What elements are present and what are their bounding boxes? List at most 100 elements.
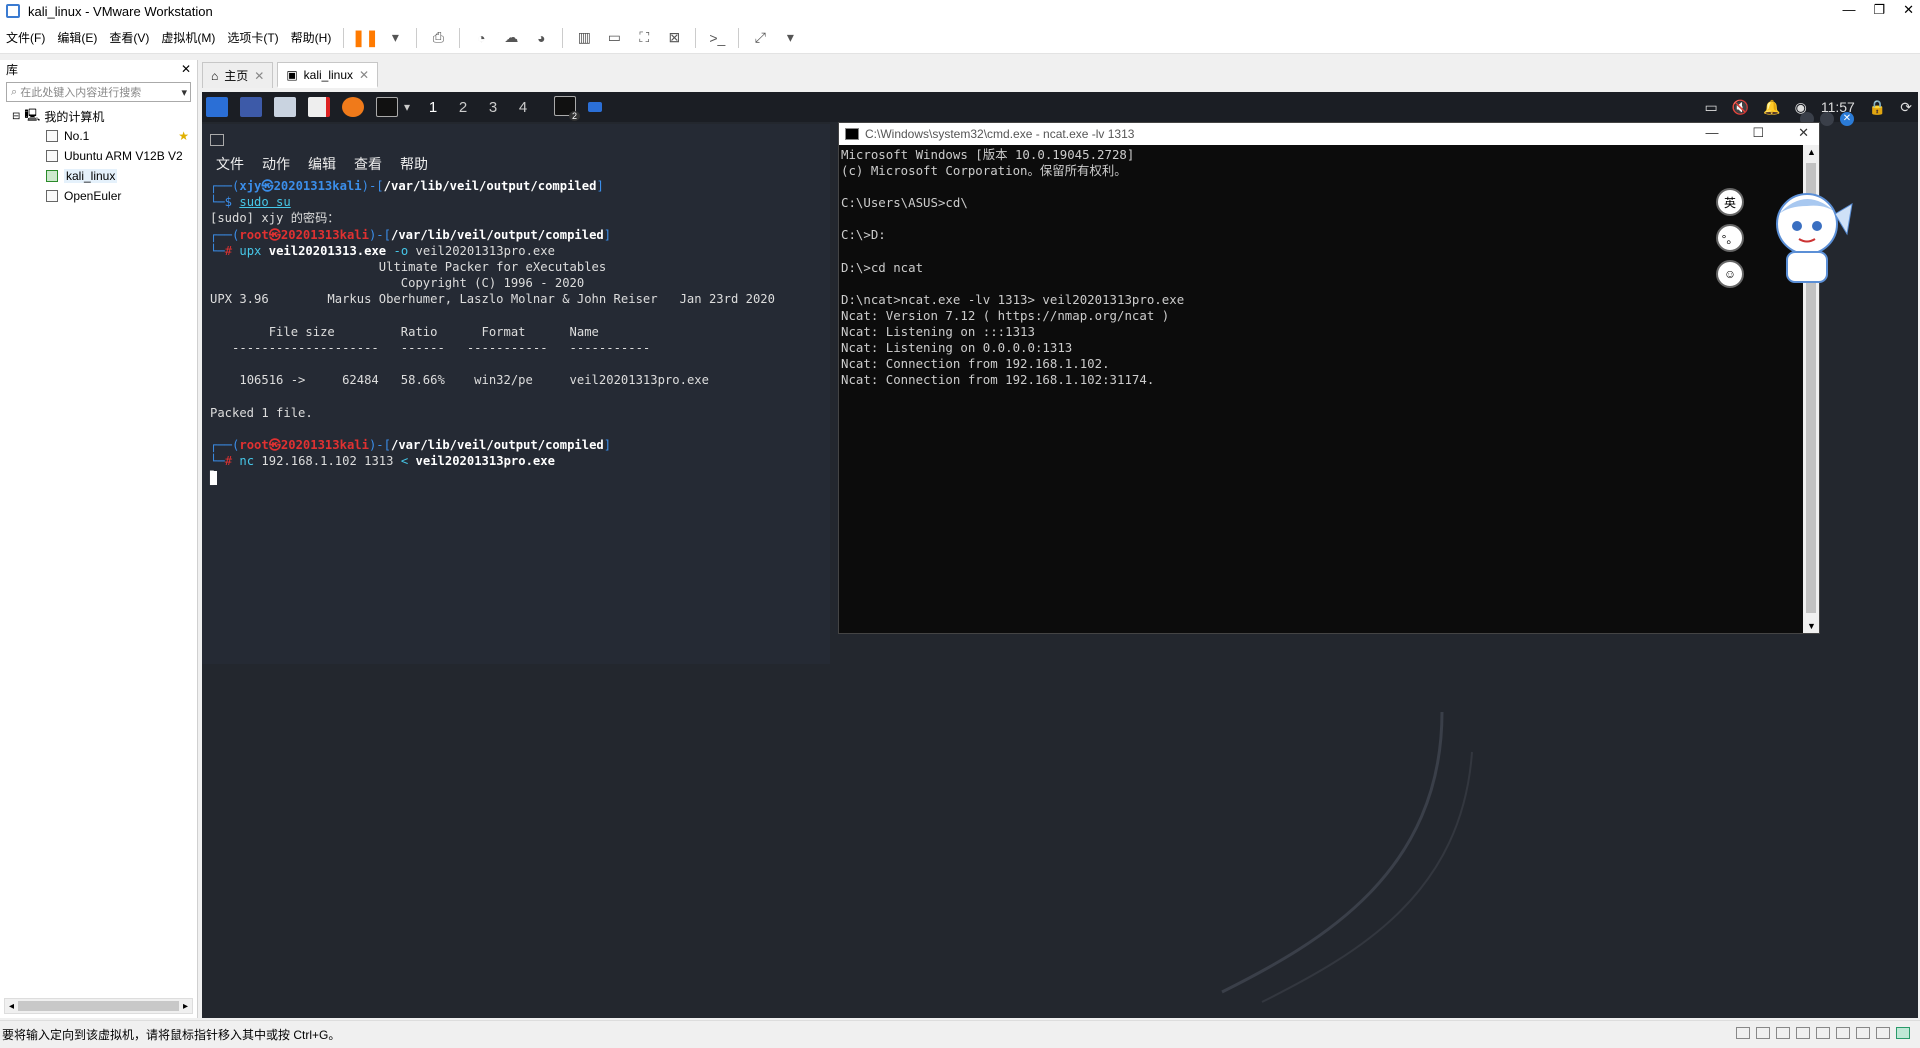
console-view-icon[interactable]: >_ bbox=[706, 27, 728, 49]
stretch-guest-icon[interactable]: ⤢ bbox=[749, 27, 771, 49]
hard-disk-icon[interactable] bbox=[1736, 1027, 1750, 1039]
scroll-thumb[interactable] bbox=[18, 1001, 179, 1011]
kali-top-panel: ▾ 1 2 3 4 2 ▭ 🔇 🔔 ◉ 11:57 🔒 ⟳ bbox=[202, 92, 1918, 122]
workspace-1[interactable]: 1 bbox=[418, 99, 448, 116]
firefox-icon[interactable] bbox=[342, 97, 364, 117]
menu-file[interactable]: 文件(F) bbox=[0, 29, 51, 46]
close-tab-icon[interactable]: ✕ bbox=[254, 69, 264, 83]
file-manager-icon[interactable] bbox=[274, 97, 296, 117]
terminal-menu-file[interactable]: 文件 bbox=[216, 154, 244, 174]
close-tab-icon[interactable]: ✕ bbox=[359, 68, 369, 82]
kali-terminal-window[interactable]: 文件 动作 编辑 查看 帮助 ┌──(xjy㉿20201313kali)-[/v… bbox=[202, 124, 830, 664]
menu-vm[interactable]: 虚拟机(M) bbox=[155, 29, 221, 46]
show-library-icon[interactable]: ▥ bbox=[573, 27, 595, 49]
home-icon: ⌂ bbox=[211, 68, 219, 83]
cd-dvd-icon[interactable] bbox=[1756, 1027, 1770, 1039]
removable-device-icon[interactable] bbox=[1876, 1027, 1890, 1039]
vm-item-openeuler[interactable]: OpenEuler bbox=[0, 186, 197, 206]
kali-menu-icon[interactable] bbox=[206, 97, 228, 117]
terminal-menu-help[interactable]: 帮助 bbox=[400, 154, 428, 174]
snapshot-manager-icon[interactable]: ◕ bbox=[530, 27, 552, 49]
logout-icon[interactable]: ⟳ bbox=[1900, 99, 1912, 116]
upx-copyright: Copyright (C) 1996 - 2020 bbox=[400, 276, 585, 291]
printer-icon[interactable] bbox=[1816, 1027, 1830, 1039]
maximize-button[interactable]: ❐ bbox=[1873, 2, 1885, 18]
terminal-menu-action[interactable]: 动作 bbox=[262, 154, 290, 174]
display-device-icon[interactable] bbox=[1856, 1027, 1870, 1039]
vm-icon bbox=[46, 130, 58, 142]
thumbnail-bar-icon[interactable]: ▭ bbox=[603, 27, 625, 49]
full-screen-icon[interactable]: ⛶ bbox=[633, 27, 655, 49]
terminal-menu-edit[interactable]: 编辑 bbox=[308, 154, 336, 174]
close-library-icon[interactable]: ✕ bbox=[181, 62, 191, 76]
cmd-minimize-button[interactable]: — bbox=[1705, 125, 1718, 141]
chevron-down-icon[interactable]: ▾ bbox=[404, 100, 410, 114]
text-editor-icon[interactable] bbox=[308, 97, 330, 117]
scroll-left-icon[interactable]: ◂ bbox=[9, 1001, 14, 1012]
show-desktop-icon[interactable] bbox=[240, 97, 262, 117]
maximize-dot-icon[interactable] bbox=[1820, 112, 1834, 126]
tab-kali-linux[interactable]: ▣ kali_linux ✕ bbox=[277, 62, 379, 88]
sudo-prompt: [sudo] xjy 的密码： bbox=[210, 211, 340, 226]
workspace-2[interactable]: 2 bbox=[448, 99, 478, 116]
terminal-menu-view[interactable]: 查看 bbox=[354, 154, 382, 174]
revert-snapshot-icon[interactable]: ☁ bbox=[500, 27, 522, 49]
scroll-right-icon[interactable]: ▸ bbox=[183, 1001, 188, 1012]
network-adapter-icon[interactable] bbox=[1776, 1027, 1790, 1039]
pause-icon[interactable]: ❚❚ bbox=[352, 27, 379, 49]
close-button[interactable]: ✕ bbox=[1903, 2, 1914, 18]
command-arg: 192.168.1.102 1313 bbox=[261, 454, 394, 469]
snapshot-icon[interactable]: ◔ bbox=[470, 27, 492, 49]
display-icon[interactable]: ▭ bbox=[1705, 99, 1718, 116]
menu-tabs[interactable]: 选项卡(T) bbox=[221, 29, 284, 46]
toolbar-separator bbox=[695, 27, 697, 48]
tab-home[interactable]: ⌂ 主页 ✕ bbox=[202, 62, 274, 88]
library-search-input[interactable]: ⌕ 在此处键入内容进行搜索 ▾ bbox=[6, 82, 191, 102]
send-ctrl-alt-del-icon[interactable]: ⎙ bbox=[427, 27, 449, 49]
vm-icon bbox=[46, 150, 58, 162]
menu-edit[interactable]: 编辑(E) bbox=[51, 29, 103, 46]
computer-icon: 🖳 bbox=[24, 107, 41, 122]
messages-icon[interactable] bbox=[1896, 1027, 1910, 1039]
cmd-maximize-button[interactable]: ☐ bbox=[1752, 125, 1764, 141]
taskbar-folder-icon[interactable] bbox=[588, 102, 603, 112]
ime-punctuation-button[interactable]: °。 bbox=[1716, 224, 1744, 252]
mute-icon[interactable]: 🔇 bbox=[1732, 99, 1749, 116]
sound-card-icon[interactable] bbox=[1836, 1027, 1850, 1039]
cmd-close-button[interactable]: ✕ bbox=[1798, 125, 1809, 141]
ime-english-button[interactable]: 英 bbox=[1716, 188, 1744, 216]
collapse-icon[interactable]: ⊟ bbox=[12, 111, 20, 122]
command-arg: veil20201313pro.exe bbox=[415, 454, 555, 469]
vm-item-kali-linux[interactable]: kali_linux bbox=[0, 166, 197, 186]
chevron-down-icon[interactable]: ▾ bbox=[181, 86, 187, 99]
command-arg: veil20201313.exe bbox=[268, 243, 387, 258]
cmd-line: Microsoft Windows [版本 10.0.19045.2728] bbox=[841, 147, 1135, 162]
lock-icon[interactable]: 🔒 bbox=[1869, 99, 1886, 116]
menu-help[interactable]: 帮助(H) bbox=[285, 29, 338, 46]
tree-root-my-computer[interactable]: ⊟ 🖳 我的计算机 bbox=[0, 106, 197, 126]
menu-view[interactable]: 查看(V) bbox=[103, 29, 155, 46]
taskbar-terminal-window[interactable]: 2 bbox=[548, 95, 582, 121]
scroll-up-icon[interactable]: ▲ bbox=[1807, 147, 1816, 157]
vm-item-ubuntu-arm[interactable]: Ubuntu ARM V12B V2 bbox=[0, 146, 197, 166]
cmd-window[interactable]: C:\Windows\system32\cmd.exe - ncat.exe -… bbox=[838, 122, 1820, 634]
ime-skin-button[interactable]: ☺ bbox=[1716, 260, 1744, 288]
notifications-icon[interactable]: 🔔 bbox=[1763, 99, 1780, 116]
unity-icon[interactable]: ⊠ bbox=[663, 27, 685, 49]
scroll-down-icon[interactable]: ▼ bbox=[1807, 621, 1816, 631]
dropdown-arrow-icon[interactable]: ▾ bbox=[384, 27, 406, 49]
dropdown-arrow-icon[interactable]: ▾ bbox=[779, 27, 801, 49]
cmd-title: C:\Windows\system32\cmd.exe - ncat.exe -… bbox=[865, 127, 1135, 141]
minimize-button[interactable]: — bbox=[1842, 2, 1855, 18]
workspace-4[interactable]: 4 bbox=[508, 99, 538, 116]
vm-label: kali_linux bbox=[64, 169, 118, 183]
vm-tab-icon: ▣ bbox=[286, 67, 298, 82]
workspace-3[interactable]: 3 bbox=[478, 99, 508, 116]
library-scrollbar[interactable]: ◂ ▸ bbox=[4, 998, 193, 1014]
prompt-path: /var/lib/veil/output/compiled bbox=[383, 179, 597, 193]
terminal-icon[interactable] bbox=[376, 97, 398, 117]
vm-item-no1[interactable]: No.1 ★ bbox=[0, 126, 197, 146]
close-dot-icon[interactable]: ✕ bbox=[1840, 112, 1854, 126]
cmd-output: Microsoft Windows [版本 10.0.19045.2728] (… bbox=[841, 147, 1799, 631]
usb-controller-icon[interactable] bbox=[1796, 1027, 1810, 1039]
